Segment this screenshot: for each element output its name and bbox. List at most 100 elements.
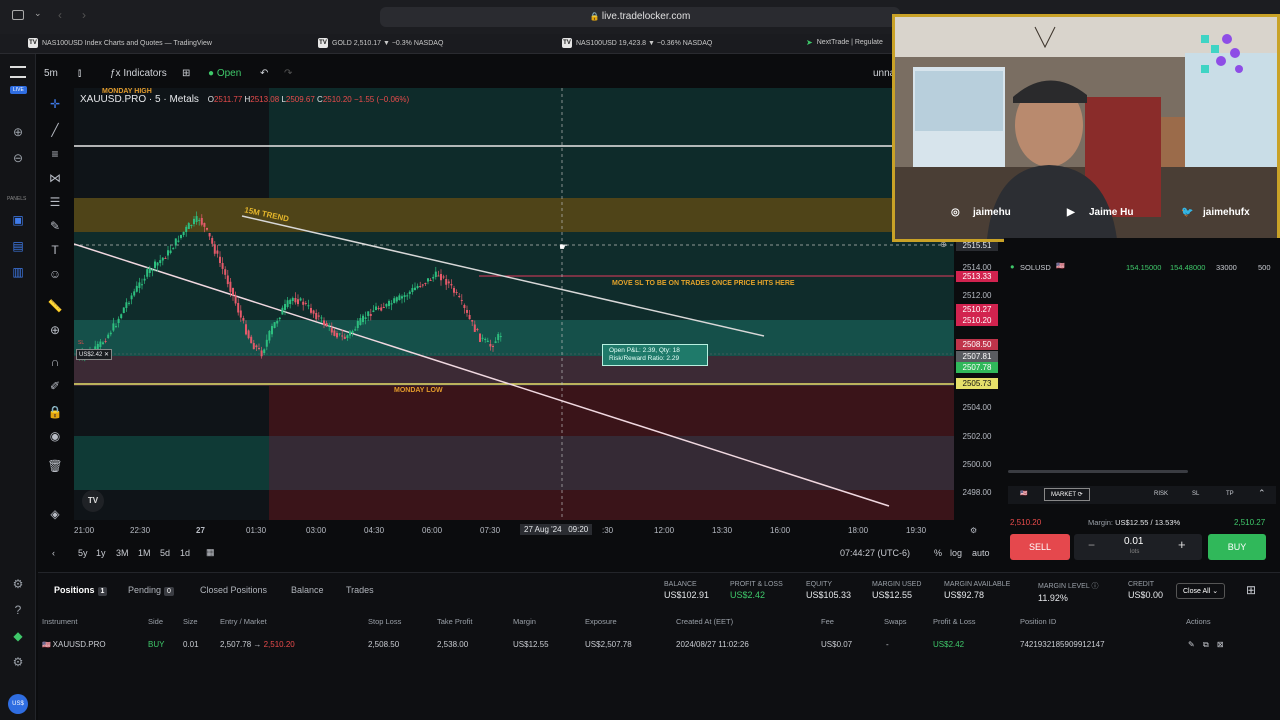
zoom-out-icon[interactable]: ⊖ [10,150,26,166]
tab-trades[interactable]: Trades [346,585,374,595]
panel-positions-icon[interactable]: ▥ [10,264,26,280]
layers-icon[interactable]: ◈ [47,506,63,522]
col-header[interactable]: Swaps [884,617,907,626]
forward-icon[interactable]: › [82,8,86,22]
close-all-button[interactable]: Close All ⌄ [1176,583,1226,599]
indicators-button[interactable]: ƒx Indicators [110,68,167,79]
watchlist-scrollbar[interactable] [1008,470,1188,473]
account-avatar[interactable]: US$ [8,694,28,714]
col-header[interactable]: Take Profit [437,617,472,626]
info-icon[interactable]: ⓘ [1091,583,1098,590]
chart-clock[interactable]: 07:44:27 (UTC-6) [840,548,910,558]
price-chart[interactable]: XAUUSD.PRO · 5 · Metals O2511.77 H2513.0… [74,88,954,520]
candle-type-icon[interactable]: ⫾ [78,68,81,79]
log-toggle[interactable]: log [950,548,962,558]
col-header[interactable]: Entry / Market [220,617,267,626]
crosshair-icon[interactable]: ✛ [47,96,63,112]
lock-icon[interactable]: 🔒 [47,404,63,420]
bookmark-item[interactable]: TV NAS100USD Index Charts and Quotes — Tr… [28,38,212,48]
close-position-icon[interactable]: ⊠ [1217,640,1224,649]
range-5d[interactable]: 5d [160,548,170,558]
range-1y[interactable]: 1y [96,548,106,558]
range-1d[interactable]: 1d [180,548,190,558]
chevron-up-icon[interactable]: ⌃ [1258,488,1266,499]
percent-toggle[interactable]: % [934,548,942,558]
diamond-icon[interactable]: ◆ [10,628,26,644]
settings-icon[interactable]: ⚙ [970,526,977,535]
tab-closed-positions[interactable]: Closed Positions [200,585,267,595]
col-header[interactable]: Created At (EET) [676,617,733,626]
pencil-lock-icon[interactable]: ✐ [47,378,63,394]
chevron-down-icon[interactable]: ⌄ [34,8,42,19]
increment-button[interactable]: + [1178,537,1186,552]
risk-toggle[interactable]: RISK [1154,491,1168,497]
zoom-in-icon[interactable]: ⊕ [10,124,26,140]
magnet-icon[interactable]: ∩ [47,354,63,370]
legend-symbol[interactable]: XAUUSD.PRO · 5 · Metals [80,94,199,105]
help-icon[interactable]: ? [10,602,26,618]
range-5y[interactable]: 5y [78,548,88,558]
panel-trade-icon[interactable]: ▤ [10,238,26,254]
menu-icon[interactable] [10,66,26,78]
ruler-icon[interactable]: 📏 [47,298,63,314]
sell-button[interactable]: SELL [1010,534,1070,560]
col-header[interactable]: Side [148,617,163,626]
col-header[interactable]: Profit & Loss [933,617,976,626]
col-header[interactable]: Fee [821,617,834,626]
interval-button[interactable]: 5m [44,68,58,79]
col-header[interactable]: Stop Loss [368,617,401,626]
bookmark-item[interactable]: TV NAS100USD 19,423.8 ▼ −0.36% NASDAQ [562,38,712,48]
tab-balance[interactable]: Balance [291,585,324,595]
col-header[interactable]: Instrument [42,617,77,626]
col-header[interactable]: Position ID [1020,617,1056,626]
bookmark-item[interactable]: TV GOLD 2,510.17 ▼ −0.3% NASDAQ [318,38,443,48]
tp-toggle[interactable]: TP [1226,491,1234,497]
horizontal-lines-icon[interactable]: ≡ [47,146,63,162]
tab-pending[interactable]: Pending 0 [128,585,174,596]
close-icon[interactable]: ✕ [104,352,109,358]
cell-take-profit[interactable]: 2,538.00 [437,640,468,649]
chart-canvas[interactable] [74,88,954,520]
eye-icon[interactable]: ◉ [47,428,63,444]
chevron-left-icon[interactable]: ‹ [52,548,55,558]
order-type-market[interactable]: MARKET ⟳ [1044,488,1090,501]
bookmark-item[interactable]: ➤ NextTrade | Regulate [806,38,883,47]
settings-icon[interactable]: ⚙ [10,576,26,592]
address-bar[interactable]: 🔒 live.tradelocker.com [380,7,900,27]
pattern-icon[interactable]: ⋈ [47,170,63,186]
time-axis[interactable]: 21:00 22:30 27 01:30 03:00 04:30 06:00 0… [74,522,977,540]
trash-icon[interactable]: 🗑 [47,458,63,474]
panel-chart-icon[interactable]: ▣ [10,212,26,228]
col-header[interactable]: Margin [513,617,536,626]
undo-icon[interactable]: ↶ [260,68,268,79]
emoji-icon[interactable]: ☺ [47,266,63,282]
watchlist-row[interactable]: ● SOLUSD 🇺🇸 154.15000 154.48000 33000 50… [1010,262,1274,276]
cell-stop-loss[interactable]: 2,508.50 [368,640,399,649]
buy-button[interactable]: BUY [1208,534,1266,560]
redo-icon[interactable]: ↷ [284,68,292,79]
magnify-icon[interactable]: ⊕ [47,322,63,338]
partial-close-icon[interactable]: ⧉ [1203,640,1209,649]
trendline-icon[interactable]: ╱ [47,122,63,138]
position-pnl-tag[interactable]: US$2.42 ✕ [76,349,113,360]
col-header[interactable]: Size [183,617,198,626]
col-header[interactable]: Exposure [585,617,617,626]
fib-icon[interactable]: ☰ [47,194,63,210]
sl-toggle[interactable]: SL [1192,491,1199,497]
range-3m[interactable]: 3M [116,548,129,558]
lots-input[interactable]: 0.01 [1124,536,1143,547]
sidebar-toggle-icon[interactable] [12,10,24,20]
edit-icon[interactable]: ✎ [1188,640,1195,649]
text-icon[interactable]: T [47,242,63,258]
auto-toggle[interactable]: auto [972,548,990,558]
grid-settings-icon[interactable]: ⊞ [1246,583,1256,597]
tab-positions[interactable]: Positions 1 [54,585,108,596]
brush-icon[interactable]: ✎ [47,218,63,234]
back-icon[interactable]: ‹ [58,8,62,22]
lots-stepper[interactable]: − 0.01 lots + [1074,534,1202,560]
decrement-button[interactable]: − [1088,538,1095,552]
gear-icon[interactable]: ⚙ [10,654,26,670]
range-1m[interactable]: 1M [138,548,151,558]
layout-icon[interactable]: ⊞ [182,68,190,79]
calendar-icon[interactable]: ▦ [206,547,215,558]
